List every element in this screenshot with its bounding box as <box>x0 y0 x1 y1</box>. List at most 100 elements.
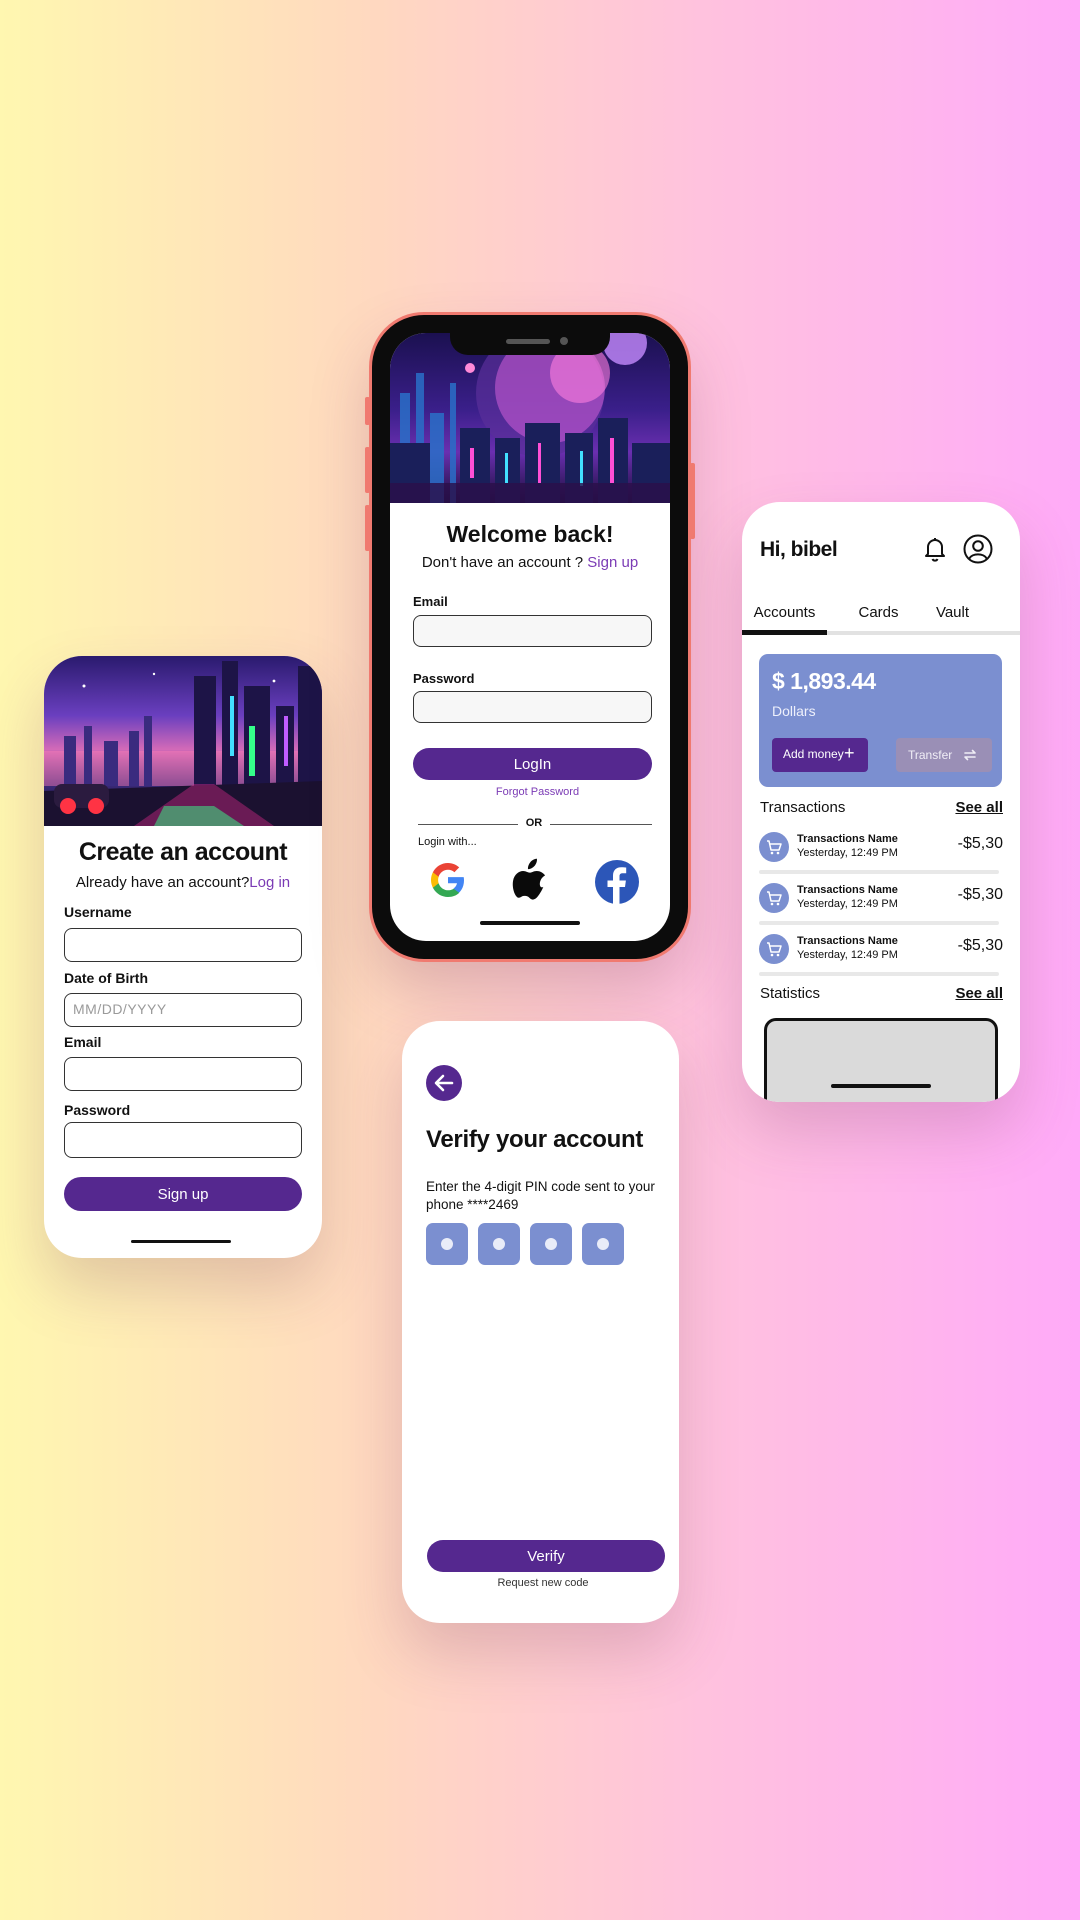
transaction-row[interactable]: Transactions Name Yesterday, 12:49 PM -$… <box>759 879 1003 929</box>
cart-icon <box>767 891 782 906</box>
signup-link[interactable]: Sign up <box>587 554 638 571</box>
login-with-label: Login with... <box>418 836 477 848</box>
pin-dot <box>597 1238 609 1250</box>
greeting: Hi, bibel <box>760 538 838 561</box>
password-input[interactable] <box>64 1122 302 1158</box>
signup-hero-image <box>44 656 322 826</box>
pin-digit-3[interactable] <box>530 1223 572 1265</box>
signup-login-prompt: Already have an account?Log in <box>44 874 322 891</box>
transfer-button[interactable]: Transfer <box>896 738 992 772</box>
login-title: Welcome back! <box>446 521 614 547</box>
password-label: Password <box>413 671 475 686</box>
tab-active-indicator <box>742 630 827 635</box>
volume-button <box>365 505 370 551</box>
email-input[interactable] <box>64 1057 302 1091</box>
transfer-arrows-icon <box>964 749 976 761</box>
balance-card: $ 1,893.44 Dollars Add money + Transfer <box>759 654 1002 787</box>
facebook-login-button[interactable] <box>595 860 639 904</box>
transactions-see-all-link[interactable]: See all <box>955 799 1003 816</box>
add-money-button[interactable]: Add money + <box>772 738 868 772</box>
login-hero-image <box>390 333 670 503</box>
cart-icon <box>767 840 782 855</box>
password-input[interactable] <box>413 691 652 723</box>
volume-button <box>365 447 370 493</box>
pin-digit-2[interactable] <box>478 1223 520 1265</box>
transaction-divider <box>759 870 999 874</box>
back-button[interactable] <box>426 1065 462 1101</box>
forgot-password-link[interactable]: Forgot Password <box>390 786 670 798</box>
balance-amount: $ 1,893.44 <box>772 668 876 694</box>
transaction-avatar <box>759 883 789 913</box>
speaker <box>506 339 550 344</box>
verify-screen: Verify your account Enter the 4-digit PI… <box>402 1021 679 1623</box>
or-label: OR <box>525 817 543 829</box>
pin-digit-1[interactable] <box>426 1223 468 1265</box>
city-moon-illustration <box>390 333 670 503</box>
verify-button[interactable]: Verify <box>427 1540 665 1572</box>
dob-input[interactable]: MM/DD/YYYY <box>64 993 302 1027</box>
tab-accounts[interactable]: Accounts <box>742 604 827 621</box>
volume-button <box>365 397 370 425</box>
transaction-divider <box>759 921 999 925</box>
tab-cards[interactable]: Cards <box>836 604 921 621</box>
username-input[interactable] <box>64 928 302 962</box>
dob-label: Date of Birth <box>64 970 148 986</box>
transaction-row[interactable]: Transactions Name Yesterday, 12:49 PM -$… <box>759 828 1003 878</box>
divider-line <box>418 824 518 825</box>
camera <box>560 337 568 345</box>
apple-login-button[interactable] <box>511 856 551 902</box>
transfer-label: Transfer <box>908 748 953 762</box>
tab-vault[interactable]: Vault <box>910 604 995 621</box>
signup-title: Create an account <box>78 838 288 866</box>
login-phone-frame: Welcome back! Don't have an account ? Si… <box>365 315 695 959</box>
transaction-name: Transactions Name <box>797 884 898 896</box>
email-input[interactable] <box>413 615 652 647</box>
username-label: Username <box>64 904 132 920</box>
facebook-icon <box>595 860 639 904</box>
verify-instruction: Enter the 4-digit PIN code sent to your … <box>426 1179 655 1212</box>
profile-button[interactable] <box>962 533 994 565</box>
transaction-time: Yesterday, 12:49 PM <box>797 847 898 859</box>
transaction-amount: -$5,30 <box>957 886 1003 903</box>
pin-dot <box>493 1238 505 1250</box>
cart-icon <box>767 942 782 957</box>
signup-button[interactable]: Sign up <box>64 1177 302 1211</box>
statistics-panel <box>764 1018 998 1102</box>
password-label: Password <box>64 1102 131 1118</box>
statistics-title: Statistics <box>760 985 821 1002</box>
login-link[interactable]: Log in <box>249 874 290 891</box>
already-text: Already have an account? <box>75 874 250 891</box>
no-account-text: Don't have an account ? <box>421 554 584 571</box>
notifications-button[interactable] <box>920 534 950 564</box>
home-indicator <box>131 1240 231 1243</box>
google-login-button[interactable] <box>428 860 468 900</box>
transaction-name: Transactions Name <box>797 833 898 845</box>
bell-icon <box>925 538 945 562</box>
power-button <box>690 463 695 539</box>
transaction-divider <box>759 972 999 976</box>
request-new-code-link[interactable]: Request new code <box>402 1577 679 1589</box>
transactions-title: Transactions <box>760 799 846 816</box>
signup-screen: Create an account Already have an accoun… <box>44 656 322 1258</box>
pin-dot <box>441 1238 453 1250</box>
plus-icon: + <box>844 743 855 763</box>
transaction-row[interactable]: Transactions Name Yesterday, 12:49 PM -$… <box>759 930 1003 980</box>
transaction-avatar <box>759 934 789 964</box>
statistics-see-all-link[interactable]: See all <box>955 985 1003 1002</box>
transaction-time: Yesterday, 12:49 PM <box>797 898 898 910</box>
city-illustration <box>44 661 322 826</box>
transaction-avatar <box>759 832 789 862</box>
add-money-label: Add money <box>783 747 844 761</box>
login-screen: Welcome back! Don't have an account ? Si… <box>390 333 670 941</box>
balance-currency: Dollars <box>772 703 816 719</box>
user-circle-icon <box>963 534 993 564</box>
pin-digit-4[interactable] <box>582 1223 624 1265</box>
pin-dot <box>545 1238 557 1250</box>
phone-notch <box>450 333 610 355</box>
transaction-amount: -$5,30 <box>957 835 1003 852</box>
arrow-left-icon <box>434 1074 454 1092</box>
email-label: Email <box>64 1034 102 1050</box>
divider-line <box>550 824 652 825</box>
apple-icon <box>512 858 546 900</box>
login-button[interactable]: LogIn <box>413 748 652 780</box>
